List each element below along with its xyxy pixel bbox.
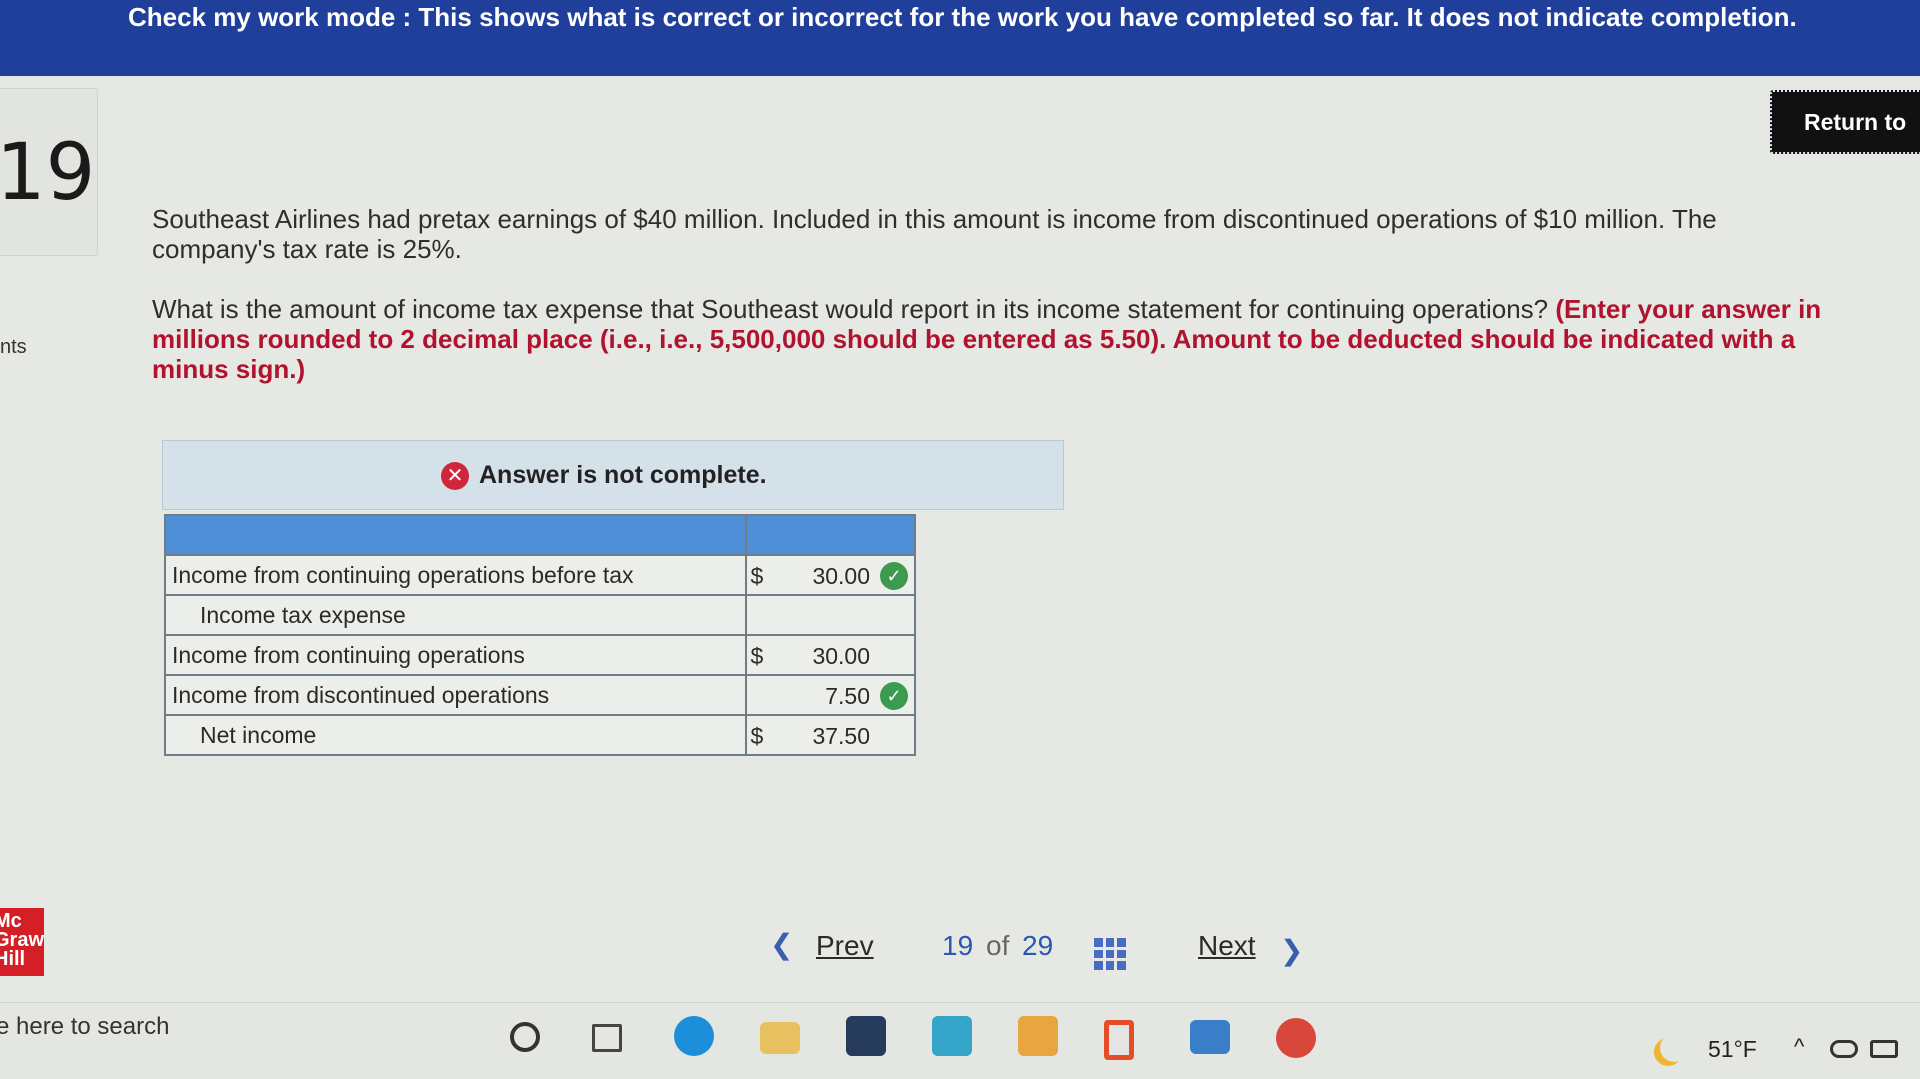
chrome-icon[interactable] bbox=[1276, 1018, 1316, 1058]
answer-status-text: Answer is not complete. bbox=[479, 461, 767, 489]
dollar-sign: $ bbox=[750, 643, 764, 669]
current-page: 19 bbox=[942, 930, 974, 961]
task-view-icon[interactable] bbox=[592, 1024, 622, 1052]
row-value-input[interactable] bbox=[744, 594, 917, 636]
banner-text: Check my work mode : This shows what is … bbox=[128, 2, 1797, 32]
chevron-left-icon[interactable]: ❮ bbox=[770, 928, 793, 961]
points-label: nts bbox=[0, 336, 27, 358]
mcgraw-hill-logo: Mc Graw Hill bbox=[0, 908, 44, 976]
logo-line-3: Hill bbox=[0, 948, 26, 970]
question-paragraph-2: What is the amount of income tax expense… bbox=[152, 294, 1832, 384]
table-header-row bbox=[164, 514, 917, 556]
file-explorer-icon[interactable] bbox=[760, 1022, 800, 1054]
onedrive-icon[interactable] bbox=[1830, 1040, 1858, 1058]
row-label: Income from discontinued operations bbox=[164, 674, 747, 716]
mail-icon[interactable] bbox=[1190, 1020, 1230, 1054]
check-circle-icon: ✓ bbox=[880, 682, 908, 710]
temperature[interactable]: 51°F bbox=[1708, 1036, 1757, 1063]
row-label: Income tax expense bbox=[164, 594, 747, 636]
table-row: Income from continuing operations before… bbox=[164, 554, 917, 596]
table-row: Income from discontinued operations 7.50… bbox=[164, 674, 917, 716]
table-row: Income tax expense bbox=[164, 594, 917, 636]
total-pages: 29 bbox=[1022, 930, 1054, 961]
store-icon[interactable] bbox=[846, 1016, 886, 1056]
prev-button[interactable]: Prev bbox=[816, 930, 874, 962]
row-label: Net income bbox=[164, 714, 747, 756]
edge-browser-icon[interactable] bbox=[674, 1016, 714, 1056]
x-circle-icon: ✕ bbox=[441, 461, 469, 490]
answer-status-box: ✕ Answer is not complete. bbox=[162, 440, 1064, 510]
question-paragraph-1: Southeast Airlines had pretax earnings o… bbox=[152, 204, 1717, 264]
row-value-input[interactable]: 7.50 ✓ bbox=[744, 674, 917, 716]
row-value-input[interactable]: $ 30.00 ✓ bbox=[744, 554, 917, 596]
game-app-icon[interactable] bbox=[1018, 1016, 1058, 1056]
page-of-label: of bbox=[986, 930, 1010, 961]
office-icon[interactable] bbox=[1104, 1020, 1134, 1060]
grid-icon[interactable] bbox=[1094, 938, 1126, 970]
table-row: Income from continuing operations $ 30.0… bbox=[164, 634, 917, 676]
question-number: 19 bbox=[0, 128, 96, 218]
row-value-input[interactable]: $ 30.00 bbox=[744, 634, 917, 676]
app-l-icon[interactable] bbox=[932, 1016, 972, 1056]
row-amount: 7.50 bbox=[825, 683, 870, 709]
battery-icon[interactable] bbox=[1870, 1040, 1898, 1058]
table-row: Net income $ 37.50 bbox=[164, 714, 917, 756]
return-button[interactable]: Return to bbox=[1770, 90, 1920, 154]
row-value-input[interactable]: $ 37.50 bbox=[744, 714, 917, 756]
taskbar-search-input[interactable]: e here to search bbox=[0, 1013, 169, 1041]
chevron-right-icon[interactable]: ❯ bbox=[1280, 934, 1303, 967]
question-text: Southeast Airlines had pretax earnings o… bbox=[152, 204, 1832, 414]
row-label: Income from continuing operations before… bbox=[164, 554, 747, 596]
dollar-sign: $ bbox=[750, 563, 764, 589]
chevron-up-icon[interactable]: ^ bbox=[1794, 1034, 1804, 1060]
weather-moon-icon bbox=[1660, 1034, 1688, 1062]
row-label: Income from continuing operations bbox=[164, 634, 747, 676]
next-button[interactable]: Next bbox=[1198, 930, 1256, 962]
row-amount: 30.00 bbox=[812, 563, 870, 589]
income-statement-table: Income from continuing operations before… bbox=[164, 514, 917, 756]
table-header-label bbox=[164, 514, 747, 556]
question-prompt: What is the amount of income tax expense… bbox=[152, 294, 1556, 324]
table-header-value bbox=[744, 514, 917, 556]
answer-status: ✕ Answer is not complete. bbox=[441, 461, 767, 490]
row-amount: 30.00 bbox=[812, 643, 870, 669]
check-circle-icon: ✓ bbox=[880, 562, 908, 590]
cortana-icon[interactable] bbox=[510, 1022, 540, 1052]
row-amount: 37.50 bbox=[812, 723, 870, 749]
check-my-work-banner: Check my work mode : This shows what is … bbox=[0, 0, 1920, 76]
dollar-sign: $ bbox=[750, 723, 764, 749]
